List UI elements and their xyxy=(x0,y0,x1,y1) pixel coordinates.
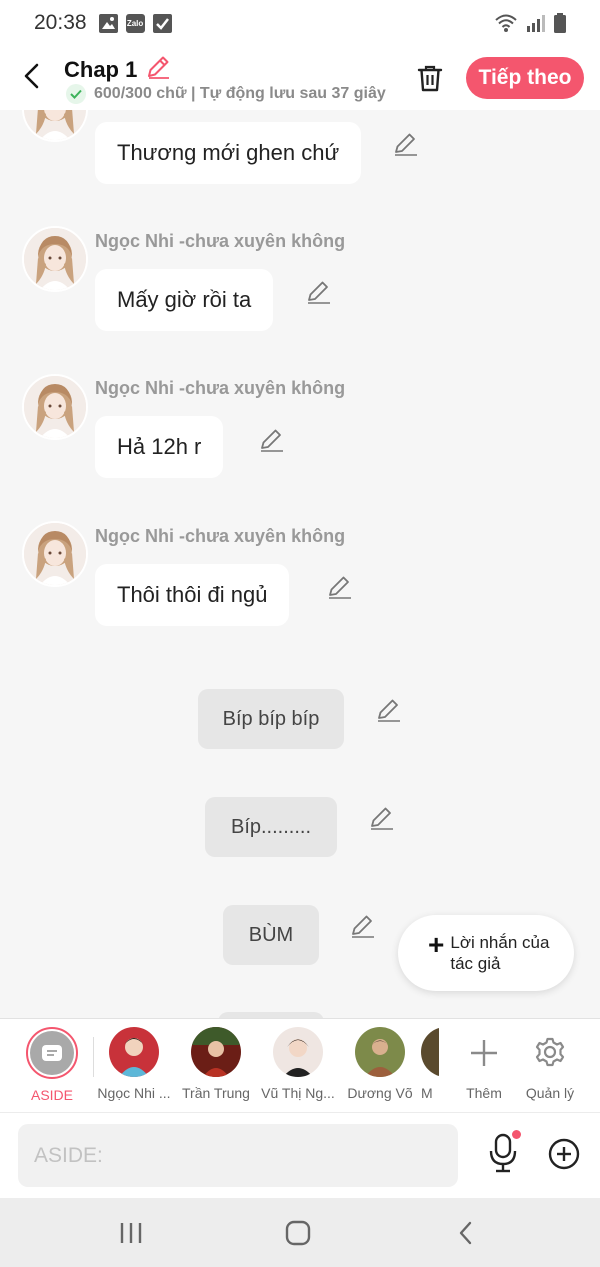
manage-characters-button[interactable]: Quản lý xyxy=(509,1027,591,1101)
character-bar: ASIDE Ngọc Nhi ... Trần Trung Vũ Thị Ng.… xyxy=(0,1018,600,1112)
character-item[interactable]: Ngọc Nhi ... xyxy=(93,1027,175,1101)
edit-title-button[interactable] xyxy=(145,54,171,85)
character-avatar[interactable] xyxy=(22,374,88,440)
character-item[interactable]: M xyxy=(421,1027,439,1101)
edit-aside-icon[interactable] xyxy=(369,805,395,831)
system-nav-bar xyxy=(0,1198,600,1267)
edit-message-icon[interactable] xyxy=(259,427,285,453)
recent-apps-icon xyxy=(120,1223,142,1243)
status-bar: 20:38 Zalo xyxy=(0,0,600,46)
aside-avatar xyxy=(26,1027,78,1079)
message-bubble[interactable]: Mấy giờ rồi ta xyxy=(95,269,274,331)
aside-bubble[interactable]: BÙM xyxy=(223,905,319,965)
character-avatar[interactable] xyxy=(22,110,88,142)
back-arrow-icon xyxy=(459,1221,472,1245)
delete-button[interactable] xyxy=(412,60,448,96)
zalo-icon: Zalo xyxy=(125,13,145,33)
chat-area[interactable]: Thương mới ghen chứ Ngọc Nhi -chưa xuyên… xyxy=(0,110,600,1018)
next-button[interactable]: Tiếp theo xyxy=(466,57,584,99)
character-name: ASIDE xyxy=(30,1087,73,1103)
microphone-icon[interactable] xyxy=(486,1133,520,1173)
plus-icon xyxy=(471,1040,497,1066)
character-avatar xyxy=(109,1027,159,1077)
back-nav-button[interactable] xyxy=(449,1216,483,1250)
character-aside[interactable]: ASIDE xyxy=(11,1027,93,1103)
character-name: Ngọc Nhi ... xyxy=(97,1085,171,1101)
input-bar xyxy=(0,1112,600,1198)
pencil-icon xyxy=(148,56,170,79)
saved-check-icon xyxy=(66,84,86,104)
wifi-icon xyxy=(495,14,517,32)
gear-icon xyxy=(535,1037,565,1067)
character-name: Vũ Thị Ng... xyxy=(261,1085,335,1101)
status-time: 20:38 xyxy=(34,11,87,34)
plus-icon: + xyxy=(428,929,445,960)
character-avatar xyxy=(421,1027,439,1077)
manage-label: Quản lý xyxy=(525,1085,575,1101)
back-button[interactable] xyxy=(14,58,50,94)
edit-aside-icon[interactable] xyxy=(376,697,402,723)
system-icons xyxy=(494,13,566,33)
notification-icons: Zalo xyxy=(98,13,172,33)
app-screen: 20:38 Zalo Chap 1 600/300 chữ | Tự động … xyxy=(0,0,600,1267)
aside-bubble[interactable]: Bíp bíp bíp xyxy=(198,689,344,749)
author-note-label: Lời nhắn của tác giả xyxy=(450,933,550,973)
character-name: Dương Võ xyxy=(347,1085,413,1101)
character-name: Trần Trung xyxy=(182,1085,250,1101)
message-bubble[interactable]: Thương mới ghen chứ xyxy=(95,122,362,184)
aside-input[interactable] xyxy=(18,1124,458,1187)
battery-icon xyxy=(554,13,566,33)
character-avatar xyxy=(273,1027,323,1077)
message-box-icon xyxy=(42,1045,62,1061)
trash-icon xyxy=(417,65,443,92)
character-item[interactable]: Vũ Thị Ng... xyxy=(257,1027,339,1101)
edit-aside-icon[interactable] xyxy=(350,913,376,939)
home-button[interactable] xyxy=(281,1216,315,1250)
character-avatar xyxy=(191,1027,241,1077)
speaker-name: Ngọc Nhi -chưa xuyên không xyxy=(95,231,346,251)
chapter-title: Chap 1 xyxy=(64,56,138,82)
message-bubble[interactable]: Hả 12h r xyxy=(95,416,224,478)
home-icon xyxy=(285,1220,311,1246)
character-item[interactable]: Trần Trung xyxy=(175,1027,257,1101)
image-icon xyxy=(98,13,118,33)
save-status: 600/300 chữ | Tự động lưu sau 37 giây xyxy=(66,84,391,104)
edit-message-icon[interactable] xyxy=(393,131,419,157)
message-bubble[interactable]: Thôi thôi đi ngủ xyxy=(95,564,290,626)
signal-icon xyxy=(527,15,545,32)
character-item[interactable]: Dương Võ xyxy=(339,1027,421,1101)
checkbox-icon xyxy=(152,13,172,33)
add-circle-icon[interactable] xyxy=(548,1138,580,1170)
editor-header: Chap 1 600/300 chữ | Tự động lưu sau 37 … xyxy=(0,46,600,110)
edit-message-icon[interactable] xyxy=(327,574,353,600)
character-avatar[interactable] xyxy=(22,521,88,587)
chevron-left-icon xyxy=(24,63,39,89)
aside-bubble[interactable]: Bíp......... xyxy=(205,797,337,857)
recent-apps-button[interactable] xyxy=(114,1216,148,1250)
character-name: M xyxy=(421,1085,433,1101)
character-avatar xyxy=(355,1027,405,1077)
speaker-name: Ngọc Nhi -chưa xuyên không xyxy=(95,526,346,546)
author-note-button[interactable]: + Lời nhắn của tác giả xyxy=(398,915,574,991)
speaker-name: Ngọc Nhi -chưa xuyên không xyxy=(95,378,346,398)
word-count-autosave: 600/300 chữ | Tự động lưu sau 37 giây xyxy=(94,85,386,102)
notification-dot xyxy=(512,1130,521,1139)
title-row: Chap 1 xyxy=(64,54,171,85)
edit-message-icon[interactable] xyxy=(306,279,332,305)
character-avatar[interactable] xyxy=(22,226,88,292)
